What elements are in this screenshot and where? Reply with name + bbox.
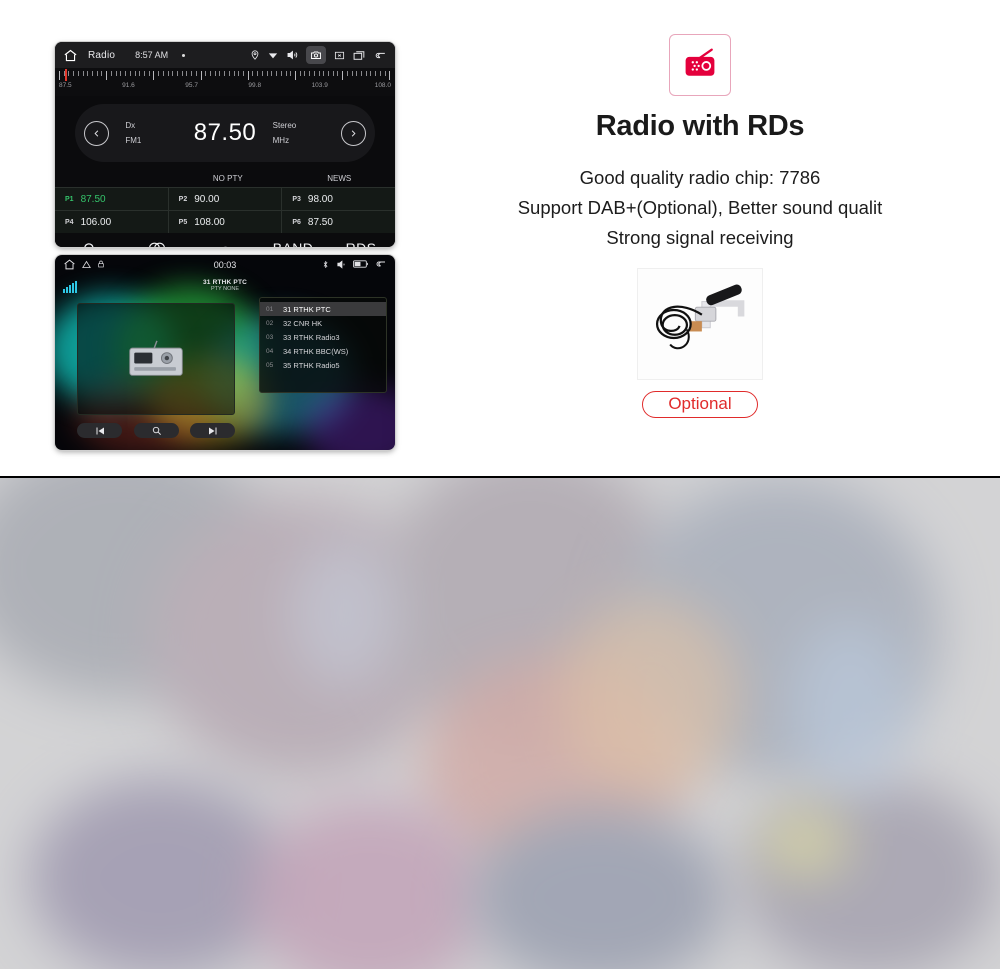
now-playing-info: 31 RTHK PTC PTY NONE [55,279,395,292]
radio-description: Good quality radio chip: 7786 Support DA… [430,163,970,253]
description-line: Support DAB+(Optional), Better sound qua… [517,196,883,218]
description-line: Good quality radio chip: 7786 [579,167,821,188]
stereo-label: Stereo [272,120,297,130]
skip-previous-icon[interactable] [77,423,122,438]
battery-icon [353,259,369,271]
pty-news: NEWS [327,174,352,183]
back-arrow-icon[interactable] [374,49,387,62]
preset-grid: P1 87.50 P2 90.00 P3 98.00 P4 106.00 P5 … [55,187,395,233]
frequency-tick-labels: 87.5 91.6 95.7 99.8 103.9 108.0 [59,82,391,89]
preset-row: P4 106.00 P5 108.00 P6 87.50 [55,210,395,233]
status-bar: Radio 8:57 AM [55,42,395,68]
antenna-icon[interactable] [191,241,259,247]
tune-previous-button[interactable] [84,120,109,146]
band-label: FM1 [125,136,142,145]
warning-icon [82,260,91,271]
search-icon[interactable] [133,423,179,438]
description-line: Strong signal receiving [606,226,794,248]
status-bar: 00:03 [55,255,395,275]
pty-row: NO PTY NEWS [55,170,395,187]
album-art [77,303,235,415]
lock-icon [97,260,105,270]
preset-button-p4[interactable]: P4 106.00 [55,211,169,233]
preset-button-p2[interactable]: P2 90.00 [169,188,283,210]
close-box-icon[interactable] [334,50,345,61]
playback-time: 00:03 [213,260,237,270]
radio-media-screen: 00:03 31 RTHK PTC PTY NONE 01 31 RTHK PT… [55,255,395,450]
tuning-needle-icon [65,69,67,81]
radio-bottom-toolbar: BAND RDS [55,233,395,247]
station-list[interactable]: 01 31 RTHK PTC 02 32 CNR HK 03 33 RTHK R… [259,297,387,393]
home-icon[interactable] [63,258,76,273]
freq-tick: 99.8 [248,82,262,89]
frequency-ticks [59,71,391,80]
freq-tick: 103.9 [311,82,328,89]
preset-button-p5[interactable]: P5 108.00 [169,211,283,233]
band-button[interactable]: BAND [259,240,327,247]
list-item[interactable]: 02 32 CNR HK [260,316,386,330]
radio-feature-section: Radio 8:57 AM 87.5 91.6 95.7 99.8 103.9 … [0,0,1000,478]
media-controls [77,423,235,438]
volume-icon[interactable] [286,49,298,61]
radio-receiver-icon [129,340,183,376]
back-arrow-icon[interactable] [375,258,387,272]
freq-tick: 87.5 [59,82,72,89]
volume-icon[interactable] [336,259,347,272]
radio-icon [669,34,731,96]
skip-next-icon[interactable] [190,423,235,438]
current-frequency: 87.50 [193,119,257,146]
status-time: 8:57 AM [135,50,169,60]
dx-label: Dx [125,120,136,130]
location-pin-icon[interactable] [250,50,260,60]
freq-tick: 95.7 [185,82,198,89]
wifi-icon[interactable] [268,50,278,60]
background-overlay [0,478,1000,969]
dab-antenna-photo [638,268,762,379]
search-icon[interactable] [55,241,123,247]
list-item[interactable]: 03 33 RTHK Radio3 [260,330,386,344]
pty-type: NO PTY [212,174,243,183]
frequency-scale[interactable]: 87.5 91.6 95.7 99.8 103.9 108.0 [55,68,395,96]
list-item[interactable]: 01 31 RTHK PTC [260,302,386,316]
preset-button-p6[interactable]: P6 87.50 [282,211,395,233]
preset-button-p1[interactable]: P1 87.50 [55,188,169,210]
unit-label: MHz [272,136,290,145]
home-icon[interactable] [63,48,78,63]
freq-tick: 108.0 [374,82,391,89]
recent-apps-icon[interactable] [353,49,366,62]
dsp-feature-section: Audio 8:55 AM DSP Sound field 60Hz [0,478,1000,969]
screenshot-camera-icon[interactable] [306,46,326,64]
page-title: Radio with RDs [595,110,805,142]
radio-tuner-screen: Radio 8:57 AM 87.5 91.6 95.7 99.8 103.9 … [55,42,395,247]
tune-next-button[interactable] [341,120,366,146]
list-item[interactable]: 05 35 RTHK Radio5 [260,358,386,372]
radio-feature-text: Radio with RDs Good quality radio chip: … [430,34,970,418]
now-playing-pty: PTY NONE [210,286,239,292]
tuner-display: Dx FM1 87.50 Stereo MHz [55,96,395,170]
preset-row: P1 87.50 P2 90.00 P3 98.00 [55,187,395,210]
stereo-rings-icon[interactable] [123,240,191,247]
bluetooth-icon[interactable] [321,260,330,271]
now-playing-name: 31 RTHK PTC [202,279,248,286]
freq-tick: 91.6 [122,82,135,89]
list-item[interactable]: 04 34 RTHK BBC(WS) [260,344,386,358]
status-dot-icon [182,53,186,57]
rds-button[interactable]: RDS [327,240,395,247]
status-title: Radio [88,49,116,61]
preset-button-p3[interactable]: P3 98.00 [282,188,395,210]
optional-badge: Optional [642,390,758,418]
